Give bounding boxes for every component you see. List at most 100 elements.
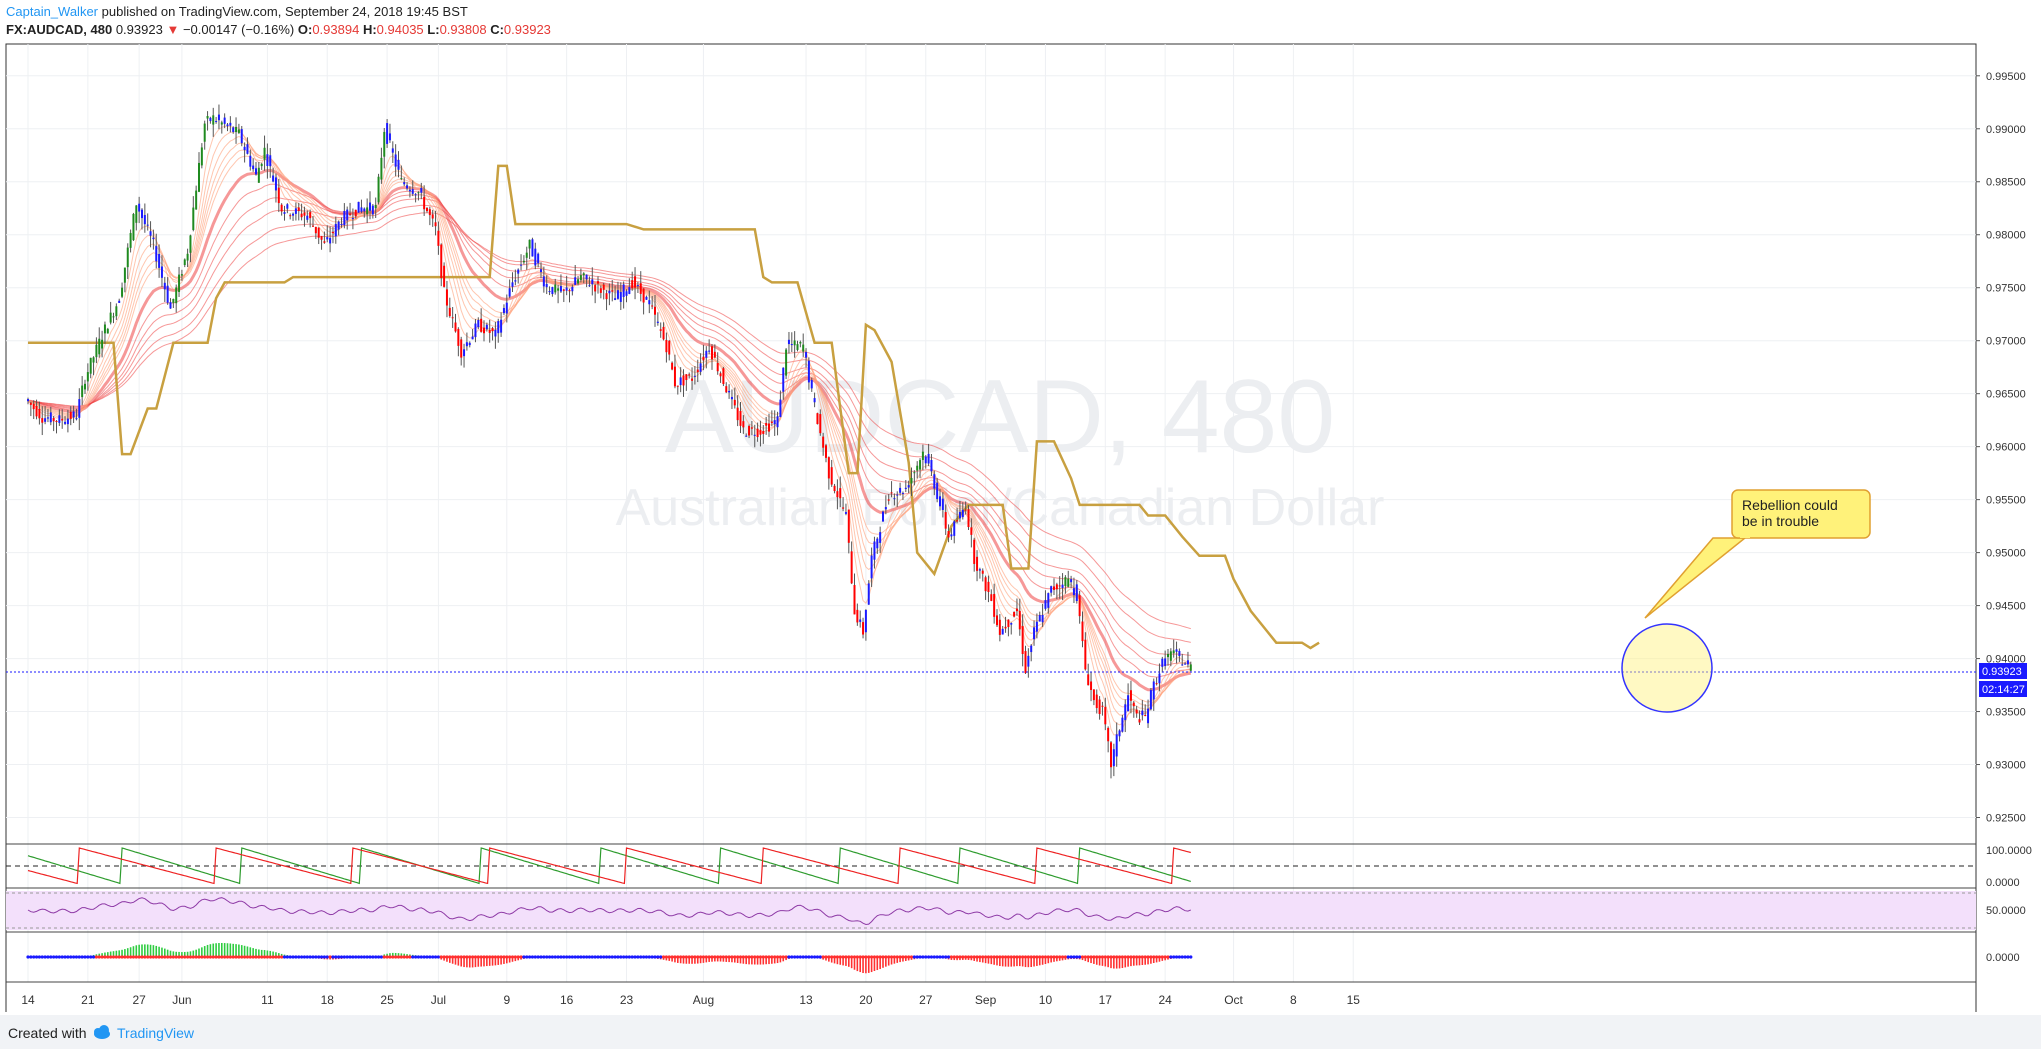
- candle-body: [742, 421, 745, 428]
- highlight-ellipse[interactable]: [1621, 623, 1713, 713]
- candle-body: [693, 375, 696, 377]
- candle-body: [272, 175, 275, 182]
- hist-dot: [904, 955, 908, 959]
- price-chart[interactable]: AUDCAD, 480 Australian Dollar/Canadian D…: [0, 0, 2041, 1012]
- hist-dot: [847, 955, 851, 959]
- hist-dot: [140, 955, 144, 959]
- hist-dot: [801, 955, 805, 959]
- candle-body: [1115, 734, 1118, 757]
- hist-dot: [593, 955, 597, 959]
- candle-body: [95, 344, 98, 358]
- hist-dot: [282, 955, 287, 959]
- candle-body: [306, 215, 309, 220]
- hist-dot: [1174, 955, 1179, 959]
- candle-body: [753, 434, 756, 436]
- time-axis[interactable]: 14 21 27 Jun 11 18 25 Jul 9 16 23 Aug 13 20 27 Sep 10 17 2…: [21, 993, 1360, 1007]
- candle-body: [816, 413, 819, 425]
- candle-body: [457, 328, 460, 346]
- hist-dot: [1103, 955, 1107, 959]
- hist-dot: [679, 955, 683, 959]
- hist-dot: [807, 955, 811, 959]
- candle-body: [941, 498, 944, 510]
- candle-body: [480, 318, 483, 332]
- candle-body: [1147, 708, 1150, 724]
- hist-dot: [26, 955, 30, 959]
- candle-body: [166, 285, 169, 303]
- candle-body: [340, 224, 343, 226]
- hist-dot: [86, 955, 90, 959]
- hist-dot: [565, 955, 569, 959]
- x-tick-label: 27: [919, 993, 933, 1007]
- candle-body: [1107, 727, 1110, 742]
- hist-dot: [1092, 955, 1096, 959]
- hist-dot: [1021, 955, 1025, 959]
- hist-dot: [756, 955, 760, 959]
- candle-body: [745, 435, 748, 437]
- hist-dot: [120, 955, 124, 959]
- hist-dot: [243, 955, 247, 959]
- candle-body: [619, 292, 622, 302]
- candle-body: [209, 117, 212, 122]
- candle-body: [614, 298, 617, 300]
- hist-dot: [451, 955, 455, 959]
- price-axis[interactable]: 0.99500 0.99000 0.98500 0.98000 0.97500 0.970…: [1976, 71, 2026, 825]
- candle-body: [651, 305, 654, 307]
- candle-body: [1038, 615, 1041, 622]
- hist-dot: [986, 955, 991, 959]
- candle-body: [762, 430, 765, 435]
- hist-dot: [889, 955, 894, 959]
- hist-dot: [29, 955, 33, 959]
- hist-dot: [248, 955, 252, 959]
- candle-body: [212, 115, 215, 125]
- candle-body: [899, 487, 902, 493]
- candle-body: [1155, 683, 1158, 685]
- candle-body: [927, 453, 930, 464]
- candle-body: [884, 507, 887, 510]
- candle-body: [691, 378, 694, 381]
- hist-dot: [707, 955, 711, 959]
- candle-body: [1084, 639, 1087, 670]
- hist-dot: [220, 955, 224, 959]
- hist-dot: [633, 955, 637, 959]
- hist-dot: [1018, 955, 1022, 959]
- hist-dot: [388, 955, 392, 959]
- hist-dot: [619, 955, 623, 959]
- candle-body: [363, 208, 366, 212]
- y-tick-label: 0.96000: [1986, 442, 2026, 454]
- hist-dot: [693, 955, 697, 959]
- candle-body: [1149, 690, 1152, 710]
- candle-body: [388, 133, 391, 141]
- candle-body: [55, 420, 58, 422]
- hist-dot: [1135, 955, 1139, 959]
- tradingview-brand-link[interactable]: TradingView: [117, 1025, 194, 1041]
- candle-body: [1004, 626, 1007, 629]
- hist-dot: [918, 955, 922, 959]
- candle-body: [465, 342, 468, 347]
- hist-dot: [268, 955, 272, 959]
- countdown-tag-value: 02:14:27: [1982, 684, 2025, 696]
- x-tick-label: 13: [799, 993, 813, 1007]
- candle-body: [1164, 658, 1167, 667]
- candle-body: [571, 286, 574, 292]
- candle-body: [574, 277, 577, 285]
- candle-body: [839, 488, 842, 499]
- hist-dot: [362, 955, 366, 959]
- candle-body: [779, 399, 782, 418]
- hist-dot: [131, 955, 136, 959]
- candle-body: [408, 189, 411, 192]
- candle-body: [958, 511, 961, 519]
- candle-body: [1144, 714, 1147, 716]
- hist-dot: [587, 955, 592, 959]
- hist-dot: [94, 955, 98, 959]
- hist-dot: [416, 955, 421, 959]
- candle-body: [1172, 650, 1175, 654]
- candle-body: [146, 224, 149, 226]
- y-tick-label: 0.99000: [1986, 124, 2026, 136]
- candle-body: [471, 336, 474, 340]
- hist-dot: [773, 955, 777, 959]
- hist-dot: [525, 955, 529, 959]
- hist-dot: [730, 955, 734, 959]
- candle-body: [158, 253, 161, 268]
- hist-dot: [1169, 955, 1173, 959]
- candle-body: [189, 235, 192, 253]
